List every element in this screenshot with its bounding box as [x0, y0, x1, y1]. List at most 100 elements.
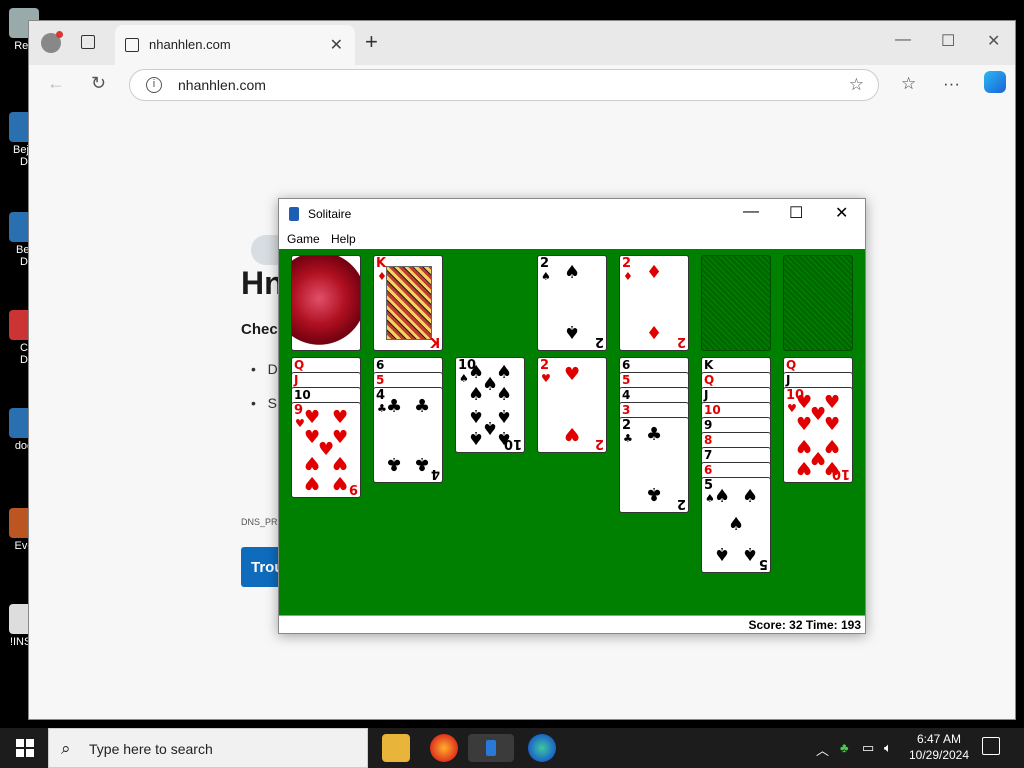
card-rank: 9: [704, 418, 713, 432]
card-rank-bottom: K: [429, 334, 440, 349]
tableau-card[interactable]: 9 ♥ ♥ ♥ ♥ ♥ ♥ ♥ ♥ ♥ ♥ 9: [291, 402, 361, 498]
tableau-card-stub[interactable]: Q: [701, 372, 771, 388]
card-pip: ♥: [332, 472, 349, 493]
back-arrow-icon[interactable]: ←: [47, 73, 65, 94]
tableau-card-stub[interactable]: 10: [701, 402, 771, 418]
url-text[interactable]: nhanhlen.com: [178, 77, 266, 93]
card-rank: 2: [540, 256, 550, 271]
card-rank: 5: [622, 373, 631, 387]
card-pip: ♣: [646, 424, 663, 445]
tableau-card-stub[interactable]: 5: [619, 372, 689, 388]
close-button[interactable]: ✕: [835, 203, 848, 223]
tableau-card-stub[interactable]: 6: [373, 357, 443, 373]
card-pip: ♣: [386, 396, 403, 417]
tableau-card[interactable]: 2 ♣ ♣ ♣ 2: [619, 417, 689, 513]
tableau-card-stub[interactable]: 9: [701, 417, 771, 433]
start-button[interactable]: [16, 739, 34, 757]
card-rank-bottom: 5: [758, 556, 768, 571]
card-pip: ♠: [714, 486, 731, 507]
stock-pile[interactable]: [291, 255, 361, 351]
card-pip: ♦: [646, 321, 663, 342]
tableau-card[interactable]: 4 ♣ ♣ ♣ ♣ ♣ 4: [373, 387, 443, 483]
search-icon: ⌕: [61, 739, 71, 758]
tableau-card-stub[interactable]: J: [291, 372, 361, 388]
network-icon[interactable]: ▭: [862, 740, 874, 756]
card-rank: 2: [540, 358, 550, 373]
card-pip: ♠: [742, 543, 759, 564]
tableau-card-stub[interactable]: J: [701, 387, 771, 403]
card-rank: 3: [622, 403, 631, 417]
tab-actions-icon[interactable]: [81, 35, 95, 49]
volume-icon[interactable]: 🔈︎: [884, 740, 892, 756]
more-menu-icon[interactable]: ···: [943, 74, 960, 94]
tab-close-icon[interactable]: ✕: [330, 35, 343, 55]
card-rank: 4: [622, 388, 631, 402]
card-pip: ♣: [414, 453, 431, 474]
maximize-button[interactable]: ☐: [789, 203, 803, 223]
tableau-card-stub[interactable]: 7: [701, 447, 771, 463]
tableau-card-stub[interactable]: 3: [619, 402, 689, 418]
new-tab-button[interactable]: +: [365, 29, 378, 55]
minimize-button[interactable]: —: [743, 203, 759, 221]
card-pip: ♠: [564, 262, 581, 283]
game-board[interactable]: K ♦ K 2 ♠ ♠ ♠ 2 2 ♦ ♦ ♦ 2 Q J 10 9 ♥ ♥ ♥ ♥ ♥ ♥ ♥ ♥ ♥…: [279, 249, 865, 615]
copilot-icon[interactable]: [984, 71, 1006, 93]
tableau-card-stub[interactable]: Q: [783, 357, 853, 373]
tableau-card-stub[interactable]: 4: [619, 387, 689, 403]
tableau-card-stub[interactable]: 10: [291, 387, 361, 403]
card-pip: ♥: [332, 407, 349, 428]
close-button[interactable]: ✕: [987, 31, 1000, 51]
tableau-card-stub[interactable]: 5: [373, 372, 443, 388]
tableau-card-stub[interactable]: Q: [291, 357, 361, 373]
tableau-card[interactable]: 2 ♥ ♥ ♥ 2: [537, 357, 607, 453]
tab-nhanhlen[interactable]: nhanhlen.com ✕: [115, 25, 355, 65]
card-pip: ♥: [304, 452, 321, 473]
card-rank: 2: [622, 256, 632, 271]
taskbar-search[interactable]: ⌕ Type here to search: [48, 728, 368, 768]
empty-foundation-slot[interactable]: [783, 255, 853, 351]
menu-game[interactable]: Game: [287, 232, 320, 246]
notification-icon[interactable]: [982, 737, 1000, 755]
solitaire-titlebar[interactable]: Solitaire — ☐ ✕: [279, 199, 865, 229]
tableau-card-stub[interactable]: J: [783, 372, 853, 388]
status-bar: Score: 32 Time: 193: [279, 615, 865, 633]
card-rank: Q: [786, 358, 797, 372]
error-list-item: • D: [251, 361, 278, 377]
tableau-card[interactable]: 10 ♠ ♠ ♠ ♠ ♠ ♠ ♠ ♠ ♠ ♠ ♠ 10: [455, 357, 525, 453]
card-rank-bottom: 10: [831, 466, 850, 481]
site-info-icon[interactable]: i: [146, 77, 162, 93]
card-rank: J: [294, 373, 299, 387]
foundation-pile[interactable]: 2 ♦ ♦ ♦ 2: [619, 255, 689, 351]
tableau-card-stub[interactable]: 6: [619, 357, 689, 373]
chevron-up-icon[interactable]: ︿: [816, 740, 829, 759]
tableau-card[interactable]: 10 ♥ ♥ ♥ ♥ ♥ ♥ ♥ ♥ ♥ ♥ ♥ 10: [783, 387, 853, 483]
waste-card[interactable]: K ♦ K: [373, 255, 443, 351]
card-pip: ♥: [824, 392, 841, 413]
card-pip: ♠: [468, 427, 485, 448]
favorites-icon[interactable]: ☆: [901, 74, 916, 94]
address-bar[interactable]: i nhanhlen.com ☆: [129, 69, 879, 101]
tableau-card-stub[interactable]: K: [701, 357, 771, 373]
clock[interactable]: 6:47 AM 10/29/2024: [904, 731, 974, 763]
firefox-icon[interactable]: [430, 734, 458, 762]
network-app-icon[interactable]: ♣: [840, 740, 849, 755]
refresh-icon[interactable]: ↻: [91, 73, 106, 94]
minimize-button[interactable]: —: [895, 31, 911, 49]
card-rank-bottom: 9: [348, 481, 358, 496]
maximize-button[interactable]: ☐: [941, 31, 955, 51]
search-placeholder: Type here to search: [89, 741, 213, 757]
address-bar-row: ← ↻ i nhanhlen.com ☆ ☆ ···: [29, 65, 1015, 105]
edge-icon[interactable]: [528, 734, 556, 762]
card-suit: ♥: [541, 372, 551, 385]
favorite-star-icon[interactable]: ☆: [849, 75, 864, 95]
card-pip: ♠: [564, 321, 581, 342]
card-pip: ♥: [824, 435, 841, 456]
tableau-card[interactable]: 5 ♠ ♠ ♠ ♠ ♠ ♠ 5: [701, 477, 771, 573]
tableau-card-stub[interactable]: 8: [701, 432, 771, 448]
tableau-card-stub[interactable]: 6: [701, 462, 771, 478]
empty-foundation-slot[interactable]: [701, 255, 771, 351]
file-explorer-icon[interactable]: [382, 734, 410, 762]
menu-help[interactable]: Help: [331, 232, 356, 246]
foundation-pile[interactable]: 2 ♠ ♠ ♠ 2: [537, 255, 607, 351]
solitaire-taskbar-button[interactable]: [468, 734, 514, 762]
